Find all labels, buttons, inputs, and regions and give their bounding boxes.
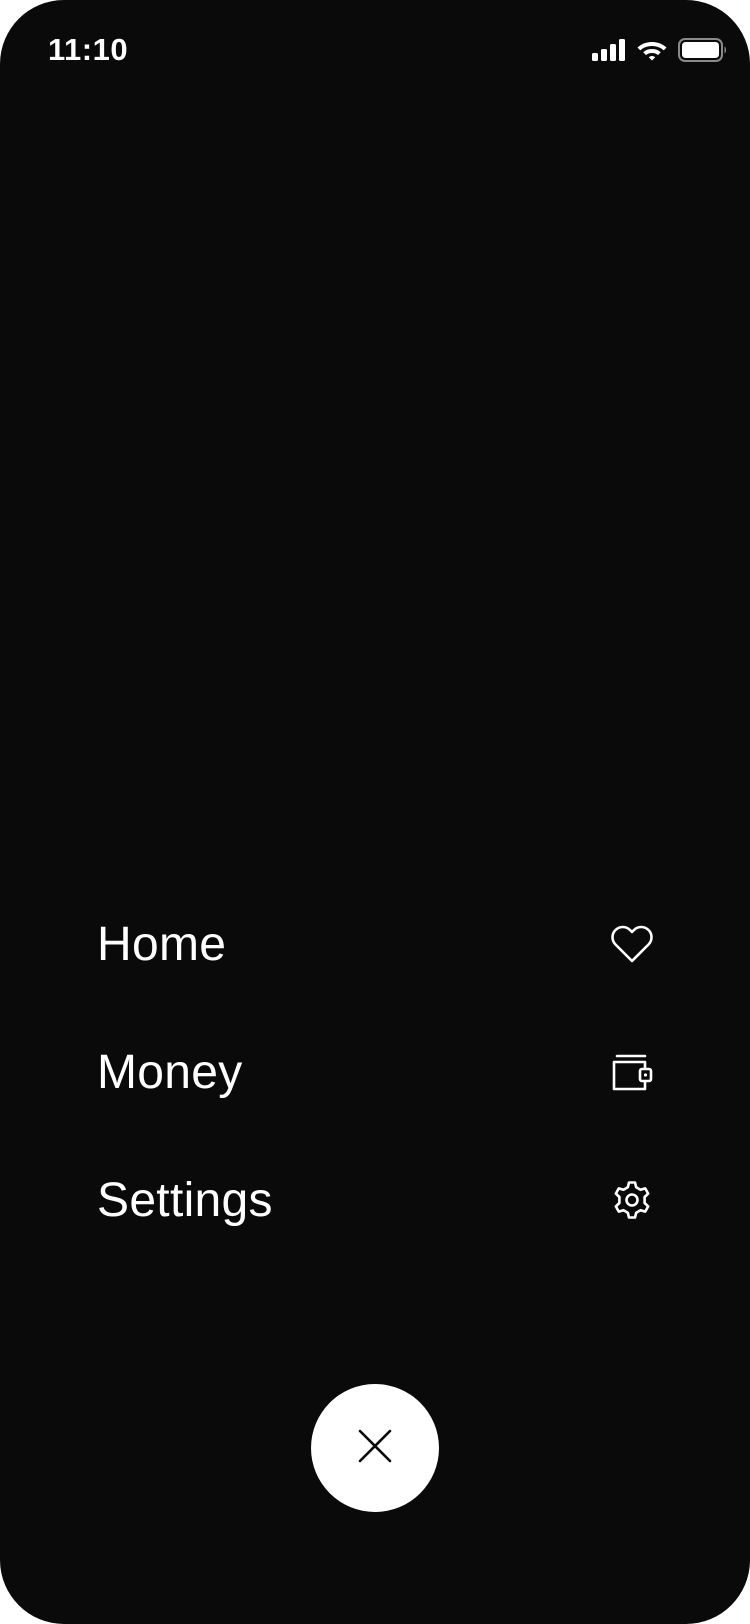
menu-item-money[interactable]: Money <box>0 1008 750 1136</box>
heart-icon <box>611 923 653 965</box>
menu-item-home[interactable]: Home <box>0 880 750 1008</box>
menu-item-settings[interactable]: Settings <box>0 1136 750 1264</box>
close-icon <box>358 1429 392 1468</box>
status-bar: 11:10 <box>0 0 750 100</box>
close-button[interactable] <box>311 1384 439 1512</box>
wallet-icon <box>611 1051 653 1093</box>
status-time: 11:10 <box>48 32 129 67</box>
status-icons <box>592 38 728 62</box>
app-screen: 11:10 Home Money Settings <box>0 0 750 1624</box>
cellular-signal-icon <box>592 39 626 61</box>
gear-icon <box>611 1179 653 1221</box>
menu-item-label: Settings <box>97 1173 273 1227</box>
battery-icon <box>678 38 728 62</box>
menu-item-label: Money <box>97 1045 243 1099</box>
wifi-icon <box>636 38 668 62</box>
navigation-menu: Home Money Settings <box>0 880 750 1264</box>
menu-item-label: Home <box>97 917 227 971</box>
